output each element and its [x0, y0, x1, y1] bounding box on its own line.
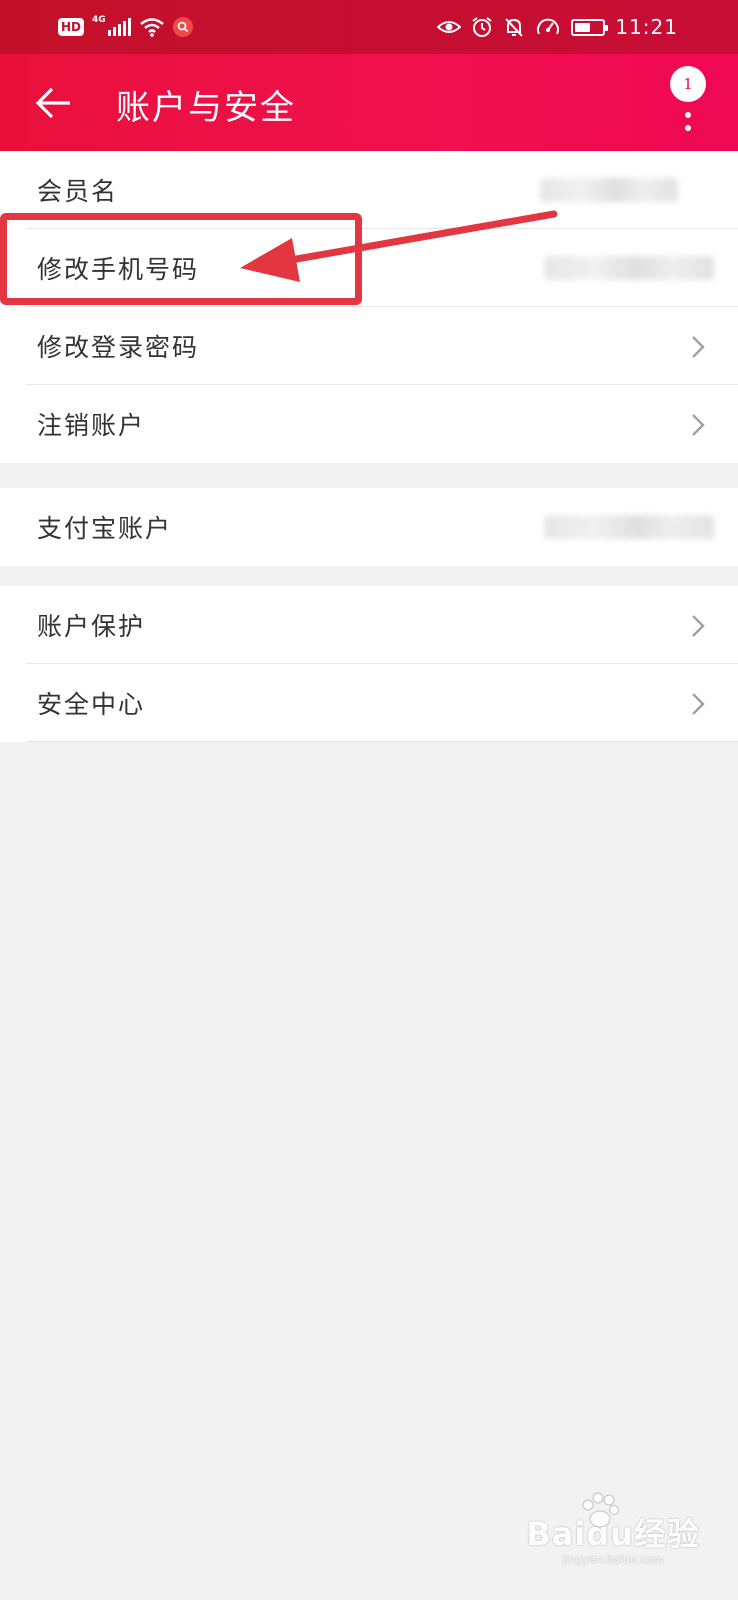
status-bar: HD 4G 11:21	[0, 0, 738, 54]
blurred-value	[544, 515, 714, 539]
row-account-protection[interactable]: 账户保护	[0, 586, 738, 664]
chevron-right-icon	[692, 414, 705, 436]
back-button[interactable]	[34, 82, 76, 124]
row-member-name[interactable]: 会员名	[0, 151, 738, 229]
row-alipay-account[interactable]: 支付宝账户	[0, 488, 738, 566]
security-group: 账户保护 安全中心	[0, 586, 738, 742]
alipay-group: 支付宝账户	[0, 488, 738, 566]
chevron-right-icon	[692, 615, 705, 637]
row-security-center[interactable]: 安全中心	[0, 664, 738, 742]
signal-icon	[107, 18, 131, 36]
blurred-value	[540, 178, 678, 202]
row-change-phone[interactable]: 修改手机号码	[0, 229, 738, 307]
eye-icon	[437, 18, 462, 36]
divider	[26, 741, 738, 742]
row-label: 账户保护	[37, 612, 146, 641]
more-vertical-icon	[685, 112, 691, 118]
row-label: 修改登录密码	[37, 333, 200, 362]
watermark: Baidu经验 jingyan.baidu.com	[526, 1492, 700, 1566]
network-type: 4G	[92, 15, 106, 25]
wifi-icon	[139, 17, 165, 37]
row-label: 会员名	[37, 177, 119, 206]
app-header: 账户与安全 1	[0, 54, 738, 151]
more-dot	[685, 125, 691, 131]
account-group: 会员名 修改手机号码 修改登录密码 注销账户	[0, 151, 738, 463]
row-label: 支付宝账户	[37, 514, 173, 543]
bell-off-icon	[503, 16, 525, 38]
notification-badge: 1	[670, 66, 706, 102]
app-search-icon	[172, 17, 193, 37]
blurred-value	[544, 256, 714, 280]
status-left: HD 4G	[58, 14, 193, 40]
row-label: 修改手机号码	[37, 255, 200, 284]
row-cancel-account[interactable]: 注销账户	[0, 385, 738, 463]
arrow-left-icon	[35, 87, 70, 119]
battery-fill	[575, 22, 590, 32]
more-button[interactable]: 1	[670, 66, 710, 146]
chevron-right-icon	[692, 693, 705, 715]
chevron-right-icon	[692, 336, 705, 358]
row-change-password[interactable]: 修改登录密码	[0, 307, 738, 385]
alarm-icon	[471, 16, 493, 38]
row-label: 注销账户	[37, 411, 146, 440]
paw-icon	[582, 1492, 620, 1528]
status-right: 11:21	[437, 13, 678, 41]
row-label: 安全中心	[37, 690, 146, 719]
hd-badge: HD	[58, 18, 85, 36]
page-title: 账户与安全	[116, 88, 296, 128]
speed-icon	[535, 15, 561, 39]
clock: 11:21	[615, 15, 678, 39]
battery-icon	[571, 18, 609, 36]
